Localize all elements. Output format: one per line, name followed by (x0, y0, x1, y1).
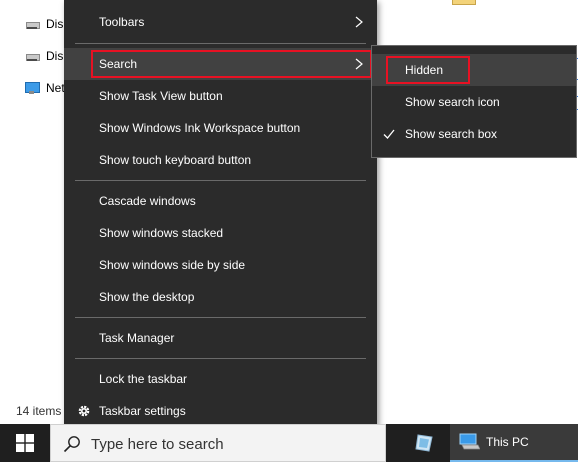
checkmark-icon (383, 129, 395, 139)
folder-icon (452, 0, 476, 5)
gear-icon (78, 405, 90, 417)
menu-item-windows-stacked[interactable]: Show windows stacked (64, 217, 377, 249)
taskbar-app-this-pc[interactable]: This PC (450, 424, 578, 462)
menu-item-label: Show windows stacked (99, 226, 224, 240)
menu-item-label: Task Manager (99, 331, 175, 345)
nav-item-drive-2[interactable]: Dis (24, 46, 63, 66)
chevron-right-icon (355, 58, 363, 70)
nav-item-network[interactable]: Net (24, 78, 65, 98)
menu-item-label: Show windows side by side (99, 258, 246, 272)
submenu-item-hidden[interactable]: Hidden (372, 54, 576, 86)
menu-item-toolbars[interactable]: Toolbars (64, 6, 377, 38)
search-submenu: Hidden Show search icon Show search box (371, 45, 577, 158)
chevron-right-icon (355, 16, 363, 28)
nav-item-label: Dis (46, 17, 64, 31)
menu-item-label: Show Task View button (99, 89, 223, 103)
menu-item-cascade-windows[interactable]: Cascade windows (64, 185, 377, 217)
menu-item-windows-side-by-side[interactable]: Show windows side by side (64, 249, 377, 281)
search-icon (63, 436, 80, 453)
menu-item-label: Taskbar settings (99, 404, 186, 418)
submenu-item-label: Show search box (405, 127, 498, 141)
menu-divider (75, 358, 366, 359)
submenu-item-show-search-icon[interactable]: Show search icon (372, 86, 576, 118)
menu-item-show-desktop[interactable]: Show the desktop (64, 281, 377, 313)
menu-item-search[interactable]: Search (64, 48, 377, 80)
submenu-item-show-search-box[interactable]: Show search box (372, 118, 576, 150)
menu-item-label: Cascade windows (99, 194, 196, 208)
taskbar: Type here to search This PC (0, 424, 578, 462)
this-pc-icon (459, 433, 480, 450)
start-button[interactable] (0, 424, 50, 462)
network-icon (24, 81, 40, 95)
menu-item-label: Toolbars (99, 15, 145, 29)
drive-icon (24, 19, 40, 29)
menu-item-label: Show the desktop (99, 290, 195, 304)
menu-item-show-task-view[interactable]: Show Task View button (64, 80, 377, 112)
nav-item-drive-1[interactable]: Dis (24, 14, 63, 34)
menu-item-task-manager[interactable]: Task Manager (64, 322, 377, 354)
menu-divider (75, 43, 366, 44)
taskbar-search-box[interactable]: Type here to search (50, 424, 386, 462)
nav-item-label: Dis (46, 49, 64, 63)
menu-item-show-touch-keyboard[interactable]: Show touch keyboard button (64, 144, 377, 176)
drive-icon (24, 51, 40, 61)
app-icon (415, 434, 433, 452)
menu-item-label: Show Windows Ink Workspace button (99, 121, 301, 135)
submenu-item-label: Hidden (405, 63, 444, 77)
menu-item-label: Show touch keyboard button (99, 153, 252, 167)
menu-item-taskbar-settings[interactable]: Taskbar settings (64, 395, 377, 427)
nav-item-label: Net (46, 81, 65, 95)
taskbar-app-label: This PC (486, 435, 529, 449)
menu-item-lock-taskbar[interactable]: Lock the taskbar (64, 363, 377, 395)
taskbar-app-button[interactable] (400, 424, 448, 462)
search-placeholder: Type here to search (91, 436, 224, 453)
status-item-count: 14 items (16, 404, 62, 418)
menu-divider (75, 317, 366, 318)
menu-item-label: Lock the taskbar (99, 372, 188, 386)
menu-item-show-ink-workspace[interactable]: Show Windows Ink Workspace button (64, 112, 377, 144)
windows-logo-icon (16, 434, 34, 452)
submenu-item-label: Show search icon (405, 95, 500, 109)
menu-item-label: Search (99, 57, 138, 71)
menu-divider (75, 180, 366, 181)
taskbar-context-menu: Toolbars Search Show Task View button Sh… (64, 0, 377, 434)
